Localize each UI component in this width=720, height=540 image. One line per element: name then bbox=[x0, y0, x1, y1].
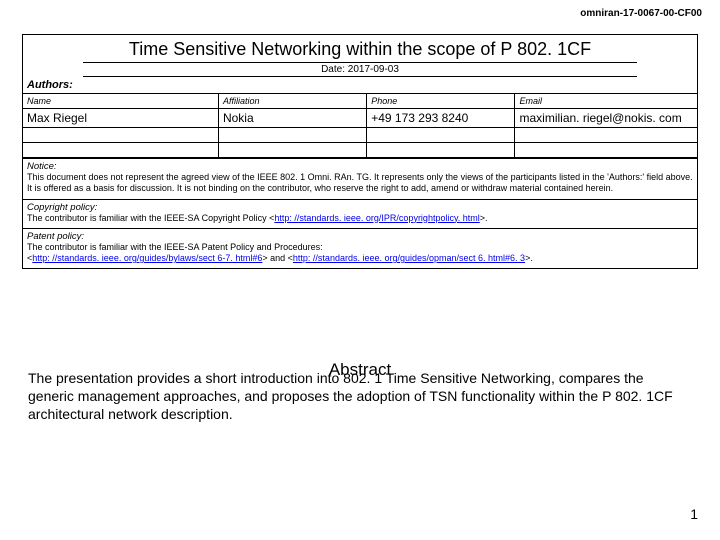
copyright-suffix: >. bbox=[480, 213, 488, 223]
col-name: Name bbox=[23, 94, 218, 109]
date-line: Date: 2017-09-03 bbox=[83, 62, 637, 77]
patent-link-1[interactable]: http: //standards. ieee. org/guides/byla… bbox=[32, 253, 262, 263]
document-title: Time Sensitive Networking within the sco… bbox=[23, 35, 697, 62]
cell-phone: +49 173 293 8240 bbox=[367, 109, 515, 128]
col-affiliation: Affiliation bbox=[218, 94, 366, 109]
patent-line1: The contributor is familiar with the IEE… bbox=[27, 242, 323, 252]
authors-table: Name Affiliation Phone Email Max Riegel … bbox=[23, 94, 697, 158]
abstract-body: The presentation provides a short introd… bbox=[0, 364, 720, 424]
cell-affiliation: Nokia bbox=[218, 109, 366, 128]
copyright-body: The contributor is familiar with the IEE… bbox=[27, 213, 693, 224]
cell-email: maximilian. riegel@nokis. com bbox=[515, 109, 697, 128]
cell-name: Max Riegel bbox=[23, 109, 218, 128]
patent-link-2[interactable]: http: //standards. ieee. org/guides/opma… bbox=[293, 253, 525, 263]
cover-frame: Time Sensitive Networking within the sco… bbox=[22, 34, 698, 269]
patent-mid: > and < bbox=[262, 253, 293, 263]
patent-body: The contributor is familiar with the IEE… bbox=[27, 242, 693, 265]
patent-section: Patent policy: The contributor is famili… bbox=[23, 228, 697, 269]
authors-heading: Authors: bbox=[23, 77, 697, 94]
col-phone: Phone bbox=[367, 94, 515, 109]
patent-heading: Patent policy: bbox=[27, 231, 693, 242]
patent-suffix: >. bbox=[525, 253, 533, 263]
col-email: Email bbox=[515, 94, 697, 109]
page-number: 1 bbox=[690, 506, 698, 522]
copyright-heading: Copyright policy: bbox=[27, 202, 693, 213]
table-row bbox=[23, 143, 697, 158]
table-row bbox=[23, 128, 697, 143]
copyright-section: Copyright policy: The contributor is fam… bbox=[23, 199, 697, 228]
notice-section: Notice: This document does not represent… bbox=[23, 158, 697, 199]
copyright-prefix: The contributor is familiar with the IEE… bbox=[27, 213, 274, 223]
table-row: Max Riegel Nokia +49 173 293 8240 maximi… bbox=[23, 109, 697, 128]
notice-heading: Notice: bbox=[27, 161, 693, 172]
notice-body: This document does not represent the agr… bbox=[27, 172, 693, 195]
document-id: omniran-17-0067-00-CF00 bbox=[580, 8, 702, 19]
copyright-link[interactable]: http: //standards. ieee. org/IPR/copyrig… bbox=[274, 213, 479, 223]
